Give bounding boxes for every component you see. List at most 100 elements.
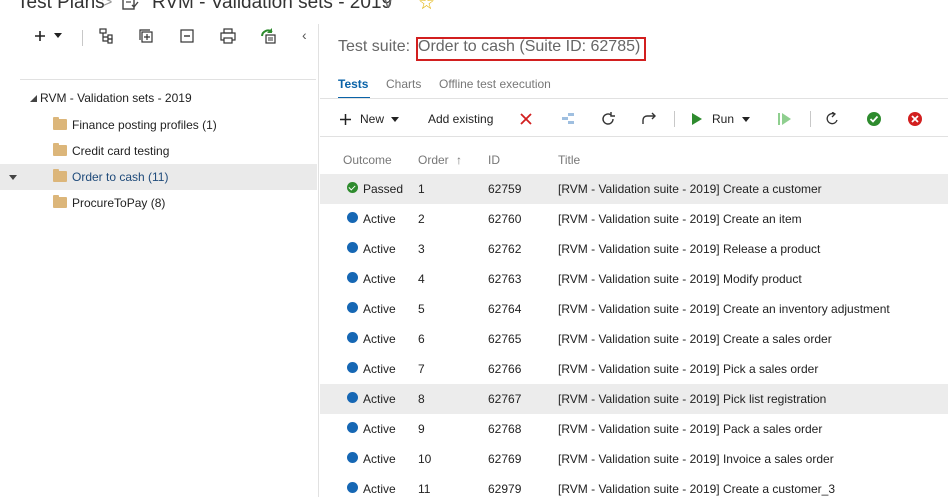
suite-title-prefix: Test suite: (338, 38, 411, 55)
tabs-divider (320, 98, 948, 99)
breadcrumb: Test Plans > RVM - Validation sets - 201… (0, 0, 948, 20)
add-existing-button[interactable]: Add existing (428, 110, 493, 128)
tab-tests[interactable]: Tests (338, 77, 368, 91)
mark-failed-icon[interactable] (907, 110, 923, 128)
row-outcome: Active (363, 422, 396, 436)
row-id: 62769 (488, 452, 522, 466)
row-outcome: Active (363, 212, 396, 226)
row-outcome: Active (363, 332, 396, 346)
table-row[interactable]: Active 9 62768 [RVM - Validation suite -… (320, 414, 948, 444)
row-id: 62764 (488, 302, 522, 316)
column-header-id[interactable]: ID (488, 153, 500, 167)
breadcrumb-root[interactable]: Test Plans (17, 0, 105, 14)
row-id: 62768 (488, 422, 522, 436)
refresh-icon[interactable] (600, 110, 616, 128)
row-outcome: Active (363, 362, 396, 376)
sort-ascending-icon: ↑ (456, 153, 463, 167)
row-title: [RVM - Validation suite - 2019] Release … (558, 242, 821, 256)
tree-item-procure-to-pay[interactable]: ProcureToPay (8) (0, 190, 317, 216)
collapse-all-icon[interactable] (177, 26, 197, 46)
table-row[interactable]: Active 2 62760 [RVM - Validation suite -… (320, 204, 948, 234)
row-order: 11 (418, 482, 431, 496)
row-id: 62763 (488, 272, 522, 286)
folder-icon (53, 143, 67, 156)
row-order: 2 (418, 212, 425, 226)
tree-item-credit-card-testing[interactable]: Credit card testing (0, 138, 317, 164)
column-header-order[interactable]: Order ↑ (418, 153, 462, 167)
tree-item-finance-posting-profiles[interactable]: Finance posting profiles (1) (0, 112, 317, 138)
tab-charts[interactable]: Charts (386, 77, 421, 91)
row-title: [RVM - Validation suite - 2019] Create a… (558, 332, 832, 346)
favorite-star-icon[interactable]: ☆ (418, 0, 435, 15)
mark-passed-icon[interactable] (866, 110, 882, 128)
active-icon (347, 272, 358, 283)
row-id: 62765 (488, 332, 522, 346)
tree-item-label: Finance posting profiles (1) (72, 118, 217, 132)
passed-icon (347, 182, 358, 193)
row-title: [RVM - Validation suite - 2019] Invoice … (558, 452, 834, 466)
toolbar-divider (810, 111, 811, 127)
delete-icon[interactable] (520, 110, 532, 128)
run-label: Run (712, 112, 735, 126)
new-suite-icon[interactable] (96, 26, 116, 46)
table-row[interactable]: Active 5 62764 [RVM - Validation suite -… (320, 294, 948, 324)
column-header-title[interactable]: Title (558, 153, 580, 167)
print-icon[interactable] (218, 26, 238, 46)
row-title: [RVM - Validation suite - 2019] Pack a s… (558, 422, 823, 436)
new-button[interactable]: New (340, 110, 400, 128)
table-row[interactable]: Passed 1 62759 [RVM - Validation suite -… (320, 174, 948, 204)
expand-all-icon[interactable] (136, 26, 156, 46)
tree-item-order-to-cash[interactable]: Order to cash (11) (0, 164, 317, 190)
toolbar-divider (82, 30, 83, 46)
toolbar-divider (674, 111, 675, 127)
table-row[interactable]: Active 10 62769 [RVM - Validation suite … (320, 444, 948, 474)
row-order: 4 (418, 272, 425, 286)
table-row[interactable]: Active 7 62766 [RVM - Validation suite -… (320, 354, 948, 384)
context-menu-caret-icon[interactable] (9, 175, 17, 180)
table-row[interactable]: Active 11 62979 [RVM - Validation suite … (320, 474, 948, 504)
refresh-icon[interactable] (258, 26, 278, 46)
toolbar-bottom-line (320, 136, 948, 137)
reset-test-icon[interactable] (826, 110, 840, 128)
table-row[interactable]: Active 4 62763 [RVM - Validation suite -… (320, 264, 948, 294)
folder-icon (53, 117, 67, 130)
active-icon (347, 362, 358, 373)
tab-offline-test-execution[interactable]: Offline test execution (439, 77, 551, 91)
table-row[interactable]: Active 8 62767 [RVM - Validation suite -… (320, 384, 948, 414)
tree-item-label: Order to cash (11) (72, 170, 169, 184)
column-header-outcome[interactable]: Outcome (343, 153, 392, 167)
table-row[interactable]: Active 6 62765 [RVM - Validation suite -… (320, 324, 948, 354)
assign-configuration-icon[interactable] (560, 110, 576, 128)
table-row[interactable]: Active 3 62762 [RVM - Validation suite -… (320, 234, 948, 264)
active-icon (347, 482, 358, 493)
tree-root[interactable]: RVM - Validation sets - 2019 (40, 91, 192, 105)
row-title: [RVM - Validation suite - 2019] Pick a s… (558, 362, 819, 376)
row-id: 62759 (488, 182, 522, 196)
row-outcome: Active (363, 242, 396, 256)
row-outcome: Active (363, 482, 396, 496)
open-in-new-icon[interactable] (641, 110, 657, 128)
breadcrumb-plan[interactable]: RVM - Validation sets - 2019 (152, 0, 392, 14)
active-icon (347, 392, 358, 403)
row-id: 62762 (488, 242, 522, 256)
row-title: [RVM - Validation suite - 2019] Modify p… (558, 272, 802, 286)
row-title: [RVM - Validation suite - 2019] Create a… (558, 182, 822, 196)
active-icon (347, 422, 358, 433)
toolbar-divider-line (20, 79, 316, 80)
chevron-down-icon (391, 116, 400, 122)
breadcrumb-separator: > (103, 0, 113, 11)
run-with-options-icon[interactable] (777, 110, 791, 128)
expanded-triangle-icon[interactable] (30, 95, 37, 102)
test-plan-icon (121, 0, 139, 11)
row-title: [RVM - Validation suite - 2019] Create a… (558, 482, 836, 496)
row-id: 62979 (488, 482, 522, 496)
run-button[interactable]: Run (692, 110, 751, 128)
plan-dropdown-icon[interactable]: ∨ (383, 0, 393, 12)
tree-item-label: ProcureToPay (8) (72, 196, 166, 210)
collapse-pane-icon[interactable]: ‹ (302, 27, 307, 43)
add-icon[interactable] (30, 26, 50, 46)
active-icon (347, 302, 358, 313)
chevron-down-icon[interactable] (48, 26, 68, 46)
row-outcome: Active (363, 272, 396, 286)
row-outcome: Active (363, 452, 396, 466)
